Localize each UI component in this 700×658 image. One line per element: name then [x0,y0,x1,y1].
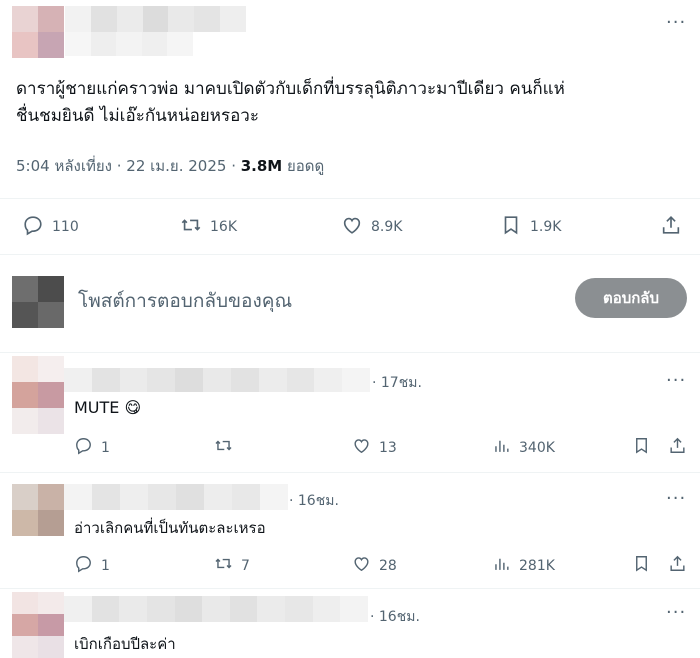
reply-reply-count: 1 [101,439,110,456]
reply-reply-count: 1 [101,557,110,574]
reply-like-button[interactable]: 28 [352,554,397,577]
post-author-handle-blurred [65,32,193,56]
reply-avatar[interactable] [12,484,64,536]
reply-bookmark-button[interactable] [632,554,651,577]
reply-time[interactable]: · 16ชม. [370,606,420,628]
post-reply-count: 110 [52,219,79,235]
reply-repost-button[interactable]: 7 [214,554,250,577]
reply-icon [22,214,44,240]
reply-views-count: 340K [519,439,555,456]
post-bookmark-count: 1.9K [530,219,562,235]
reply-icon [74,436,93,459]
reply-views-button[interactable]: 281K [492,554,555,577]
post-like-count: 8.9K [371,219,403,235]
post-repost-button[interactable]: 16K [180,214,237,240]
reply-bookmark-button[interactable] [632,436,651,459]
reply-like-count: 28 [379,557,397,574]
post-share-button[interactable] [660,214,682,240]
reply-share-button[interactable] [668,554,687,577]
composer-avatar[interactable] [12,276,64,328]
heart-icon [352,436,371,459]
reply-text: MUTE 😋 [74,398,141,417]
reply-avatar[interactable] [12,592,64,658]
reply-repost-button[interactable] [214,436,241,459]
reply-author-blurred[interactable] [64,368,370,392]
reply-time[interactable]: · 17ชม. [372,372,422,394]
reply-text: อ่าวเลิกคนที่เป็นทันตะละเหรอ [74,519,266,537]
reply-text: เบิกเกือบปีละค่า [74,635,176,653]
reply-more-icon[interactable]: ··· [666,488,686,509]
post-like-button[interactable]: 8.9K [341,214,402,240]
bookmark-icon [500,214,522,240]
reply-submit-button[interactable]: ตอบกลับ [575,278,687,318]
divider [0,254,700,255]
post-author-avatar[interactable] [12,6,64,58]
reply-author-blurred[interactable] [64,596,368,622]
emoji-icon: 😋 [124,398,142,417]
post-reply-button[interactable]: 110 [22,214,79,240]
reply-more-icon[interactable]: ··· [666,602,686,623]
reply-author-blurred[interactable] [64,484,288,510]
divider [0,352,700,353]
post-bookmark-button[interactable]: 1.9K [500,214,561,240]
views-chart-icon [492,554,511,577]
reply-repost-count: 7 [241,557,250,574]
divider [0,588,700,589]
post-text: ดาราผู้ชายแก่คราวพ่อ มาคบเปิดตัวกับเด็กท… [16,76,686,130]
post-timestamp: 5:04 หลังเที่ยง · 22 เม.ย. 2025 · 3.8M ย… [16,154,324,178]
post-repost-count: 16K [210,219,237,235]
reply-time[interactable]: · 16ชม. [289,490,339,512]
bookmark-icon [632,554,651,577]
repost-icon [214,436,233,459]
post-time[interactable]: 5:04 หลังเที่ยง · 22 เม.ย. 2025 · [16,157,241,175]
heart-icon [341,214,363,240]
reply-like-count: 13 [379,439,397,456]
reply-reply-button[interactable]: 1 [74,436,110,459]
share-icon [668,554,687,577]
reply-like-button[interactable]: 13 [352,436,397,459]
divider [0,198,700,199]
post-author-name-blurred[interactable] [65,6,246,32]
repost-icon [214,554,233,577]
views-chart-icon [492,436,511,459]
reply-avatar[interactable] [12,356,64,434]
reply-composer-input[interactable]: โพสต์การตอบกลับของคุณ [78,286,292,316]
reply-icon [74,554,93,577]
post-text-line1: ดาราผู้ชายแก่คราวพ่อ มาคบเปิดตัวกับเด็กท… [16,79,565,99]
reply-views-count: 281K [519,557,555,574]
share-icon [668,436,687,459]
reply-views-button[interactable]: 340K [492,436,555,459]
divider [0,472,700,473]
post-text-line2: ชื่นชมยินดี ไม่เอ๊ะกันหน่อยหรอวะ [16,106,259,126]
reply-share-button[interactable] [668,436,687,459]
heart-icon [352,554,371,577]
share-icon [660,214,682,240]
post-views-label: ยอดดู [282,157,325,175]
post-views-count: 3.8M [240,157,283,175]
post-more-icon[interactable]: ··· [666,12,686,33]
reply-text-body: MUTE [74,398,120,417]
repost-icon [180,214,202,240]
reply-reply-button[interactable]: 1 [74,554,110,577]
reply-more-icon[interactable]: ··· [666,370,686,391]
bookmark-icon [632,436,651,459]
